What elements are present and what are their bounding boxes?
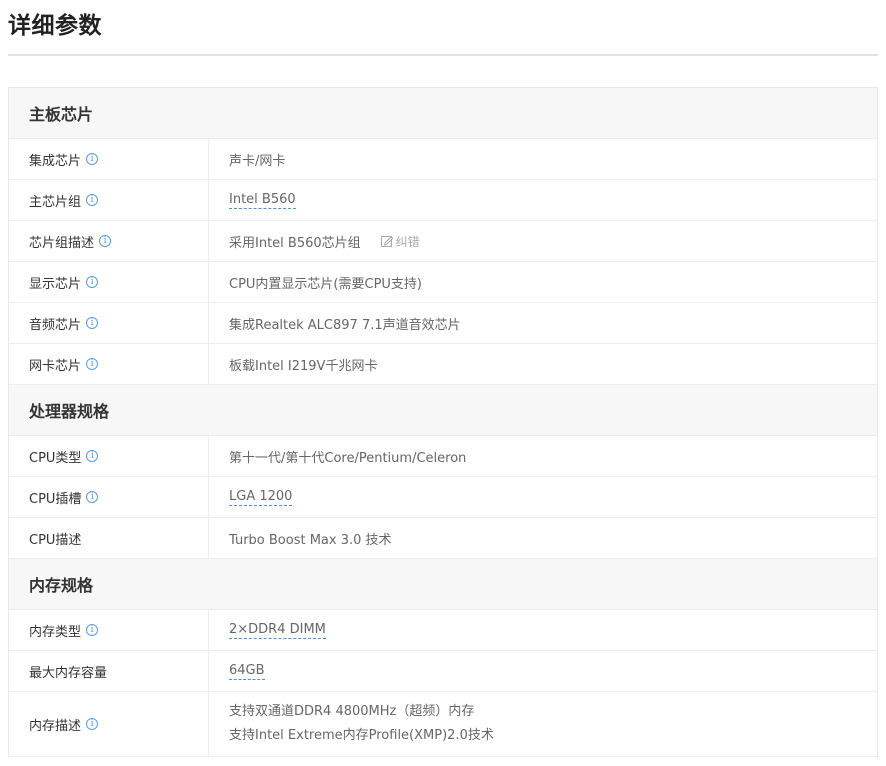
- spec-value-line: 支持Intel Extreme内存Profile(XMP)2.0技术: [229, 728, 494, 743]
- spec-row: 内存类型 i 2×DDR4 DIMM: [9, 610, 877, 651]
- spec-label-cell: 集成芯片 i: [9, 139, 209, 179]
- spec-value-cell: CPU内置显示芯片(需要CPU支持): [209, 262, 877, 302]
- spec-value-link[interactable]: Intel B560: [229, 192, 296, 209]
- spec-label-cell: CPU描述: [9, 518, 209, 558]
- spec-value-cell: Turbo Boost Max 3.0 技术: [209, 518, 877, 558]
- spec-row: CPU类型 i 第十一代/第十代Core/Pentium/Celeron: [9, 436, 877, 477]
- spec-value-cell: 支持双通道DDR4 4800MHz（超频）内存支持Intel Extreme内存…: [209, 692, 877, 756]
- info-icon[interactable]: i: [86, 317, 99, 329]
- spec-row: 音频芯片 i 集成Realtek ALC897 7.1声道音效芯片: [9, 303, 877, 344]
- spec-value-wrap: 声卡/网卡: [229, 150, 877, 169]
- spec-value: 第十一代/第十代Core/Pentium/Celeron: [229, 450, 467, 466]
- spec-label: 集成芯片: [29, 153, 82, 169]
- correct-label: 纠错: [395, 234, 420, 249]
- spec-label: 显示芯片: [29, 276, 82, 292]
- spec-label-cell: CPU类型 i: [9, 436, 209, 476]
- section-header: 主板芯片: [9, 88, 877, 139]
- spec-row: 主芯片组 i Intel B560: [9, 180, 877, 221]
- spec-value-cell: 64GB: [209, 651, 877, 691]
- spec-label-cell: 内存描述 i: [9, 692, 209, 756]
- spec-value-cell: 采用Intel B560芯片组 纠错: [209, 221, 877, 261]
- page-title: 详细参数: [8, 13, 102, 39]
- spec-label-cell: 主芯片组 i: [9, 180, 209, 220]
- spec-label-cell: 芯片组描述 i: [9, 221, 209, 261]
- spec-value-wrap: Turbo Boost Max 3.0 技术: [229, 529, 877, 548]
- spec-value-cell: 第十一代/第十代Core/Pentium/Celeron: [209, 436, 877, 476]
- spec-value-link[interactable]: 64GB: [229, 663, 265, 680]
- spec-label: 内存类型: [29, 624, 82, 640]
- spec-value: 声卡/网卡: [229, 153, 286, 169]
- spec-value: CPU内置显示芯片(需要CPU支持): [229, 276, 423, 292]
- spec-label: 网卡芯片: [29, 358, 82, 374]
- spec-label: 芯片组描述: [29, 235, 95, 251]
- spec-row: CPU插槽 i LGA 1200: [9, 477, 877, 518]
- info-icon[interactable]: i: [86, 358, 99, 370]
- spec-label-cell: 最大内存容量: [9, 651, 209, 691]
- spec-label-cell: 网卡芯片 i: [9, 344, 209, 384]
- spec-value-cell: 2×DDR4 DIMM: [209, 610, 877, 650]
- spec-value-wrap: 第十一代/第十代Core/Pentium/Celeron: [229, 447, 877, 466]
- info-icon[interactable]: i: [86, 194, 99, 206]
- spec-value-wrap: 板载Intel I219V千兆网卡: [229, 355, 877, 374]
- info-icon[interactable]: i: [86, 624, 99, 636]
- spec-value-line: 支持双通道DDR4 4800MHz（超频）内存: [229, 704, 475, 719]
- spec-value-cell: 集成Realtek ALC897 7.1声道音效芯片: [209, 303, 877, 343]
- section-header: 内存规格: [9, 559, 877, 610]
- spec-row: CPU描述 Turbo Boost Max 3.0 技术: [9, 518, 877, 559]
- spec-row: 网卡芯片 i 板载Intel I219V千兆网卡: [9, 344, 877, 385]
- spec-row: 显示芯片 i CPU内置显示芯片(需要CPU支持): [9, 262, 877, 303]
- spec-label-cell: 音频芯片 i: [9, 303, 209, 343]
- spec-value-cell: LGA 1200: [209, 477, 877, 517]
- spec-label: 内存描述: [29, 718, 82, 734]
- spec-value: 采用Intel B560芯片组: [229, 235, 361, 251]
- spec-row: 内存描述 i 支持双通道DDR4 4800MHz（超频）内存支持Intel Extr…: [9, 692, 877, 757]
- spec-label-cell: CPU插槽 i: [9, 477, 209, 517]
- section-header: 处理器规格: [9, 385, 877, 436]
- spec-value: 集成Realtek ALC897 7.1声道音效芯片: [229, 317, 461, 333]
- spec-label: 主芯片组: [29, 194, 82, 210]
- spec-value-link[interactable]: 2×DDR4 DIMM: [229, 622, 326, 639]
- spec-label: CPU描述: [29, 532, 82, 548]
- spec-label: CPU类型: [29, 450, 82, 466]
- spec-value-wrap: CPU内置显示芯片(需要CPU支持): [229, 273, 877, 292]
- info-icon[interactable]: i: [86, 491, 99, 503]
- spec-table: 主板芯片集成芯片 i 声卡/网卡主芯片组 i Intel B560 芯片组描述 i 采用Int…: [8, 87, 878, 757]
- spec-row: 最大内存容量 64GB: [9, 651, 877, 692]
- info-icon[interactable]: i: [86, 450, 99, 462]
- spec-value-wrap: 采用Intel B560芯片组 纠错: [229, 232, 877, 251]
- spec-label: 最大内存容量: [29, 665, 108, 681]
- spec-value-cell: 声卡/网卡: [209, 139, 877, 179]
- spec-label: 音频芯片: [29, 317, 82, 333]
- spec-value-wrap: 集成Realtek ALC897 7.1声道音效芯片: [229, 314, 877, 333]
- spec-value: Turbo Boost Max 3.0 技术: [229, 532, 392, 548]
- info-icon[interactable]: i: [86, 276, 99, 288]
- correct-button[interactable]: 纠错: [380, 233, 420, 250]
- info-icon[interactable]: i: [86, 718, 99, 730]
- spec-label: CPU插槽: [29, 491, 82, 507]
- spec-label-cell: 显示芯片 i: [9, 262, 209, 302]
- spec-row: 芯片组描述 i 采用Intel B560芯片组 纠错: [9, 221, 877, 262]
- info-icon[interactable]: i: [86, 153, 99, 165]
- spec-value-link[interactable]: LGA 1200: [229, 489, 293, 506]
- spec-label-cell: 内存类型 i: [9, 610, 209, 650]
- spec-value-cell: Intel B560: [209, 180, 877, 220]
- title-divider: [8, 54, 878, 56]
- edit-icon: [380, 236, 393, 247]
- spec-value: 板载Intel I219V千兆网卡: [229, 358, 378, 374]
- spec-value-cell: 板载Intel I219V千兆网卡: [209, 344, 877, 384]
- spec-row: 集成芯片 i 声卡/网卡: [9, 139, 877, 180]
- info-icon[interactable]: i: [99, 235, 112, 247]
